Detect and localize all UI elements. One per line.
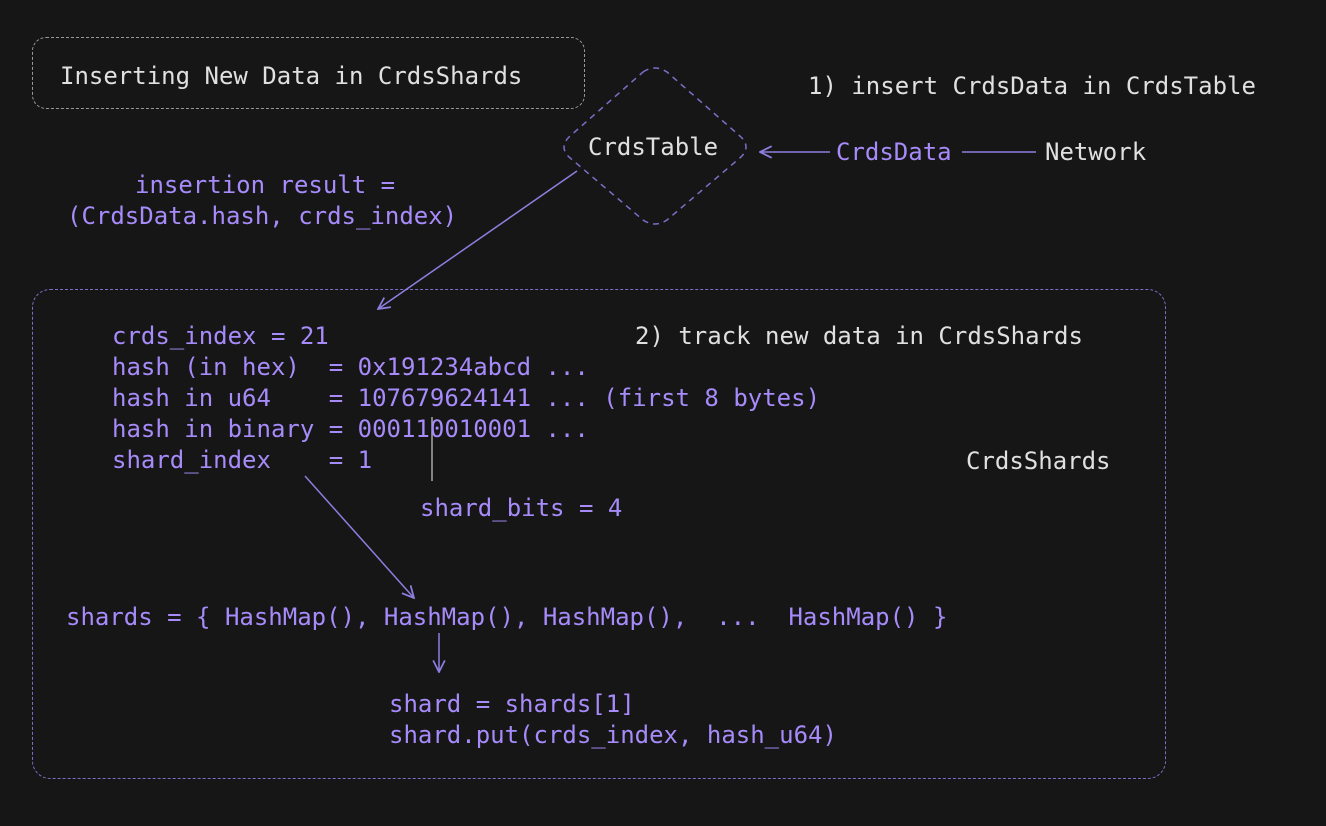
shard-bits-label: shard_bits = 4: [420, 494, 623, 522]
crds-data-label: CrdsData: [836, 138, 952, 166]
diagram-canvas: Inserting New Data in CrdsShards 1) inse…: [0, 0, 1326, 826]
insertion-result-line1: insertion result =: [135, 171, 396, 199]
detail-crds-index: crds_index = 21: [112, 322, 329, 350]
network-label: Network: [1045, 138, 1147, 166]
crds-table-label: CrdsTable: [588, 133, 719, 161]
shard-code-line2: shard.put(crds_index, hash_u64): [389, 721, 837, 749]
detail-hash-hex: hash (in hex) = 0x191234abcd ...: [112, 353, 589, 381]
detail-hash-u64: hash in u64 = 107679624141 ... (first 8 …: [112, 384, 821, 412]
step2-label: 2) track new data in CrdsShards: [635, 322, 1083, 350]
shard-index-to-hashmap-arrow: [304, 475, 414, 598]
insertion-result-line2: (CrdsData.hash, crds_index): [67, 202, 458, 230]
detail-hash-binary: hash in binary = 000110010001 ...: [112, 415, 589, 443]
shards-array-line: shards = { HashMap(), HashMap(), HashMap…: [66, 603, 948, 631]
detail-shard-index: shard_index = 1: [112, 446, 373, 474]
crds-shards-label: CrdsShards: [966, 447, 1111, 475]
crdstable-to-shards-arrow: [378, 170, 578, 309]
shard-code-line1: shard = shards[1]: [389, 690, 635, 718]
